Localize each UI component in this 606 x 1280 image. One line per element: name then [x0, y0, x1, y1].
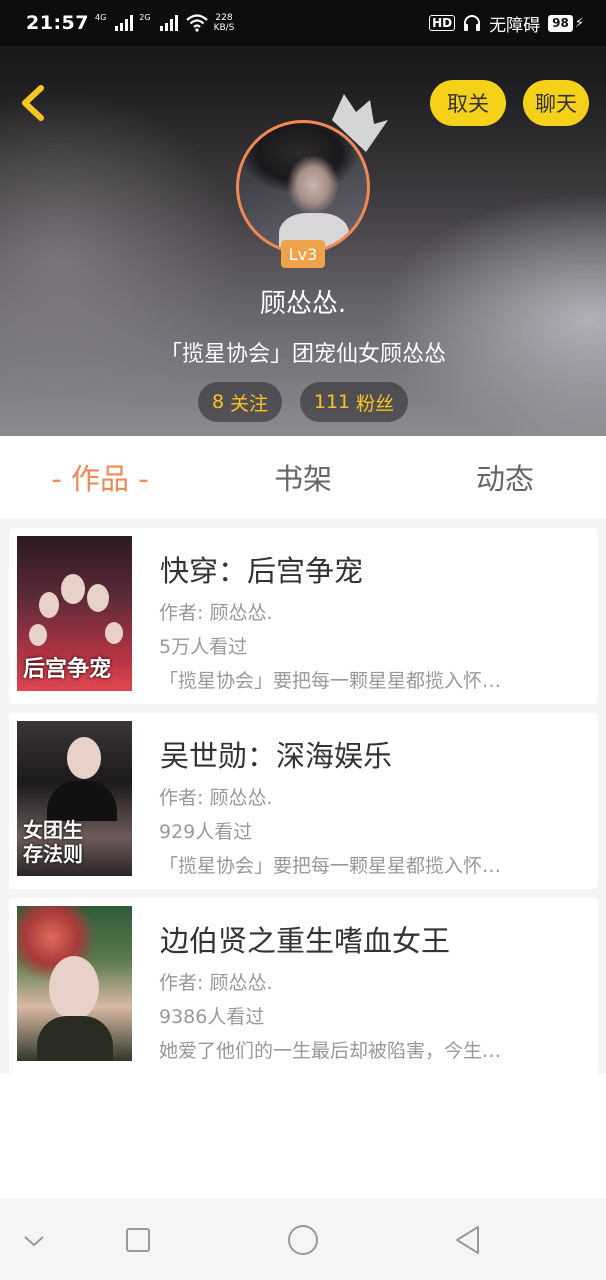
- book-card[interactable]: 边伯贤之重生嗜血女王 作者: 顾怂怂. 9386人看过 她爱了他们的一生最后却被…: [9, 898, 598, 1074]
- recent-apps-button[interactable]: [118, 1220, 158, 1260]
- tab-activity[interactable]: 动态: [445, 436, 565, 518]
- book-title: 吴世勋：深海娱乐: [160, 739, 393, 773]
- system-nav-bar: [0, 1198, 606, 1280]
- book-views: 929人看过: [159, 821, 253, 843]
- avatar[interactable]: [236, 120, 370, 254]
- network-type-1: 4G: [94, 13, 107, 22]
- back-button[interactable]: [14, 80, 54, 126]
- unfollow-button[interactable]: 取关: [430, 80, 506, 126]
- status-right: HD 无障碍 98 ⚡: [429, 11, 584, 36]
- works-list: 后宫争宠 快穿：后宫争宠 作者: 顾怂怂. 5万人看过 「揽星协会」要把每一颗星…: [0, 518, 606, 1074]
- fans-label: 粉丝: [356, 392, 395, 415]
- headphone-icon: [464, 15, 481, 31]
- network-type-2: 2G: [139, 13, 151, 22]
- book-card[interactable]: 女团生存法则 吴世勋：深海娱乐 作者: 顾怂怂. 929人看过 「揽星协会」要把…: [9, 713, 598, 889]
- tab-bar: - 作品 - 书架 动态: [0, 436, 606, 518]
- home-button[interactable]: [283, 1220, 323, 1260]
- battery-level: 98: [548, 14, 573, 32]
- book-description: 她爱了他们的一生最后却被陷害，今生…: [159, 1040, 502, 1062]
- book-description: 「揽星协会」要把每一颗星星都揽入怀…: [159, 855, 502, 877]
- following-count: 8: [211, 391, 225, 413]
- username: 顾怂怂.: [259, 289, 347, 319]
- book-views: 5万人看过: [159, 636, 248, 658]
- tab-works[interactable]: - 作品 -: [30, 436, 170, 518]
- status-bar: 21:57 4G 2G 228 KB/S HD 无障碍 98 ⚡: [0, 0, 606, 46]
- speed-value: 228: [215, 13, 233, 23]
- level-badge: Lv3: [281, 240, 325, 268]
- accessibility-text: 无障碍: [489, 15, 541, 36]
- signal-icon: [115, 15, 134, 31]
- tab-bookshelf[interactable]: 书架: [243, 436, 363, 518]
- book-author: 作者: 顾怂怂.: [159, 787, 273, 809]
- wifi-icon: [185, 14, 208, 32]
- book-author: 作者: 顾怂怂.: [159, 972, 273, 994]
- book-card[interactable]: 后宫争宠 快穿：后宫争宠 作者: 顾怂怂. 5万人看过 「揽星协会」要把每一颗星…: [9, 528, 598, 704]
- book-cover: [17, 906, 132, 1061]
- book-cover: 女团生存法则: [17, 721, 132, 876]
- book-title: 边伯贤之重生嗜血女王: [160, 924, 451, 958]
- book-author: 作者: 顾怂怂.: [159, 602, 273, 624]
- cover-title: 女团生存法则: [23, 818, 83, 866]
- hd-icon: HD: [429, 15, 456, 31]
- profile-header: 21:57 4G 2G 228 KB/S HD 无障碍 98 ⚡ 取关 聊天 L…: [0, 0, 606, 436]
- signal-icon-2: [159, 15, 178, 31]
- cover-title: 后宫争宠: [23, 656, 112, 682]
- book-views: 9386人看过: [159, 1006, 265, 1028]
- chat-button[interactable]: 聊天: [523, 80, 589, 126]
- fans-button[interactable]: 111 粉丝: [300, 382, 408, 422]
- book-description: 「揽星协会」要把每一颗星星都揽入怀…: [159, 670, 502, 692]
- fans-count: 111: [313, 391, 351, 413]
- network-speed: 228 KB/S: [214, 13, 235, 33]
- following-button[interactable]: 8 关注: [198, 382, 282, 422]
- following-label: 关注: [230, 392, 269, 415]
- signature: 「揽星协会」团宠仙女顾怂怂: [159, 342, 446, 367]
- back-nav-button[interactable]: [448, 1220, 488, 1260]
- status-time: 21:57: [26, 12, 89, 34]
- speed-unit: KB/S: [213, 23, 235, 33]
- book-title: 快穿：后宫争宠: [160, 554, 364, 588]
- book-cover: 后宫争宠: [17, 536, 132, 691]
- battery-icon: 98 ⚡: [548, 14, 584, 32]
- charging-bolt-icon: ⚡: [574, 15, 584, 31]
- chevron-down-icon[interactable]: [14, 1220, 54, 1260]
